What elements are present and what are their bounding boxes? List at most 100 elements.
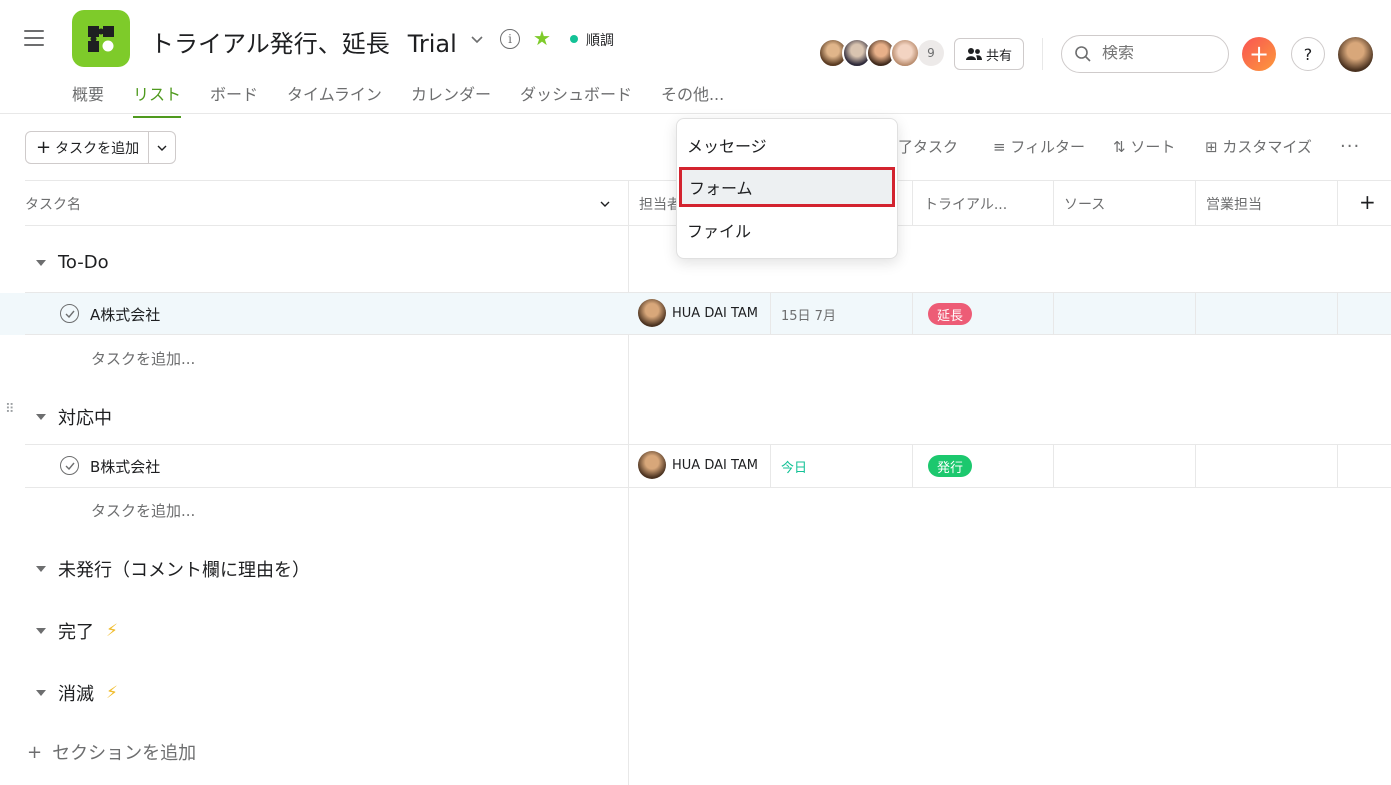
section-header[interactable]: 未発行（コメント欄に理由を） [36,556,310,582]
project-status[interactable]: 順調 [586,30,614,50]
search-input[interactable] [1102,45,1212,63]
plus-icon: + [36,136,52,158]
divider [770,445,771,487]
add-subtask-link[interactable]: タスクを追加... [91,500,195,521]
filter-label: フィルター [1010,138,1086,156]
assignee-name: HUA DAI TAM [672,457,758,473]
divider [1337,293,1338,335]
avatar [638,299,666,327]
share-button[interactable]: 共有 [954,38,1024,70]
chevron-down-icon[interactable] [468,30,486,48]
table-row[interactable]: B株式会社 HUA DAI TAM 今日 発行 [0,445,1391,487]
column-sales-rep[interactable]: 営業担当 [1206,194,1262,214]
caret-down-icon[interactable] [36,628,46,634]
plus-icon: + [27,741,43,763]
task-due-date[interactable]: 今日 [781,457,807,476]
divider [1195,445,1196,487]
divider [1053,181,1054,225]
user-avatar[interactable] [1338,37,1373,72]
member-avatars[interactable] [818,38,920,68]
sort-icon: ⇅ [1113,138,1126,156]
divider [1337,181,1338,225]
check-circle-icon[interactable] [60,456,79,475]
divider [1042,38,1043,70]
add-section-button[interactable]: + セクションを追加 [27,739,196,765]
section-header[interactable]: 消滅 ⚡ [36,680,118,706]
caret-down-icon[interactable] [36,690,46,696]
add-column-button[interactable]: + [1359,190,1376,214]
menu-item-files[interactable]: ファイル [677,210,897,250]
people-icon [965,48,982,60]
check-circle-icon[interactable] [60,304,79,323]
divider [1195,181,1196,225]
menu-item-messages[interactable]: メッセージ [677,125,897,165]
column-assignee[interactable]: 担当者 [639,194,681,214]
add-section-label: セクションを追加 [52,743,197,764]
status-dot-icon [570,35,578,43]
caret-down-icon[interactable] [36,414,46,420]
project-title[interactable]: トライアル発行、延長 Trial [150,24,457,59]
column-source[interactable]: ソース [1064,194,1105,214]
divider [0,113,1391,114]
section-header[interactable]: 完了 ⚡ [36,618,118,644]
divider [912,293,913,335]
menu-hamburger-icon[interactable] [24,30,44,48]
section-header[interactable]: 対応中 [36,404,112,430]
divider [912,181,913,225]
table-row[interactable]: A株式会社 HUA DAI TAM 15日 7月 延長 [0,293,1391,335]
divider [1053,445,1054,487]
customize-button[interactable]: ⊞ カスタマイズ [1205,136,1312,157]
status-badge[interactable]: 延長 [928,303,973,325]
sort-button[interactable]: ⇅ ソート [1113,136,1175,157]
lightning-icon[interactable]: ⚡ [106,683,118,703]
search-box[interactable] [1061,35,1229,73]
create-plus-button[interactable]: + [1242,37,1276,71]
add-task-main[interactable]: + タスクを追加 [26,132,150,163]
search-icon [1075,46,1091,62]
divider [1195,293,1196,335]
completed-tasks-button[interactable]: 了タスク [898,136,958,157]
task-due-date[interactable]: 15日 7月 [781,305,836,324]
divider [25,487,1391,488]
customize-label: カスタマイズ [1222,138,1312,156]
more-options-icon[interactable]: ··· [1340,136,1360,157]
project-title-text: トライアル発行、延長 [150,30,390,58]
status-badge[interactable]: 発行 [928,455,973,477]
star-icon[interactable]: ★ [533,26,551,50]
caret-down-icon[interactable] [36,259,46,266]
filter-button[interactable]: ≡ フィルター [993,136,1085,157]
assignee-name: HUA DAI TAM [672,305,758,321]
filter-icon: ≡ [993,138,1006,156]
add-task-dropdown[interactable] [149,142,175,154]
section-title: 消滅 [58,684,94,705]
task-name[interactable]: B株式会社 [90,456,160,477]
section-title: 対応中 [58,408,112,429]
info-icon[interactable]: i [500,29,520,49]
task-assignee[interactable]: HUA DAI TAM [638,299,758,327]
drag-handle-icon[interactable]: ⠿ [5,403,14,416]
chevron-down-icon[interactable] [599,198,611,210]
add-task-label: タスクを追加 [55,140,140,157]
avatar [638,451,666,479]
section-title: To-Do [58,252,109,273]
task-assignee[interactable]: HUA DAI TAM [638,451,758,479]
member-count[interactable]: 9 [918,40,944,66]
caret-down-icon[interactable] [36,566,46,572]
column-task-name[interactable]: タスク名 [25,194,81,214]
menu-item-forms[interactable]: フォーム [679,167,895,207]
task-name[interactable]: A株式会社 [90,304,160,325]
divider [1337,445,1338,487]
help-button[interactable]: ? [1291,37,1325,71]
completed-label: 了タスク [898,138,959,156]
avatar [890,38,920,68]
puzzle-icon [88,25,114,52]
app-root: トライアル発行、延長Trial i ★ 順調 9 共有 + ? 概要 リスト ボ… [0,0,1391,785]
add-subtask-link[interactable]: タスクを追加... [91,348,195,369]
column-trial[interactable]: トライアル... [924,194,1007,214]
section-header[interactable]: To-Do [36,252,109,273]
add-task-button[interactable]: + タスクを追加 [25,131,176,164]
section-title: 完了 [58,622,94,643]
project-title-suffix: Trial [407,30,457,58]
sort-label: ソート [1130,138,1176,156]
lightning-icon[interactable]: ⚡ [106,621,118,641]
